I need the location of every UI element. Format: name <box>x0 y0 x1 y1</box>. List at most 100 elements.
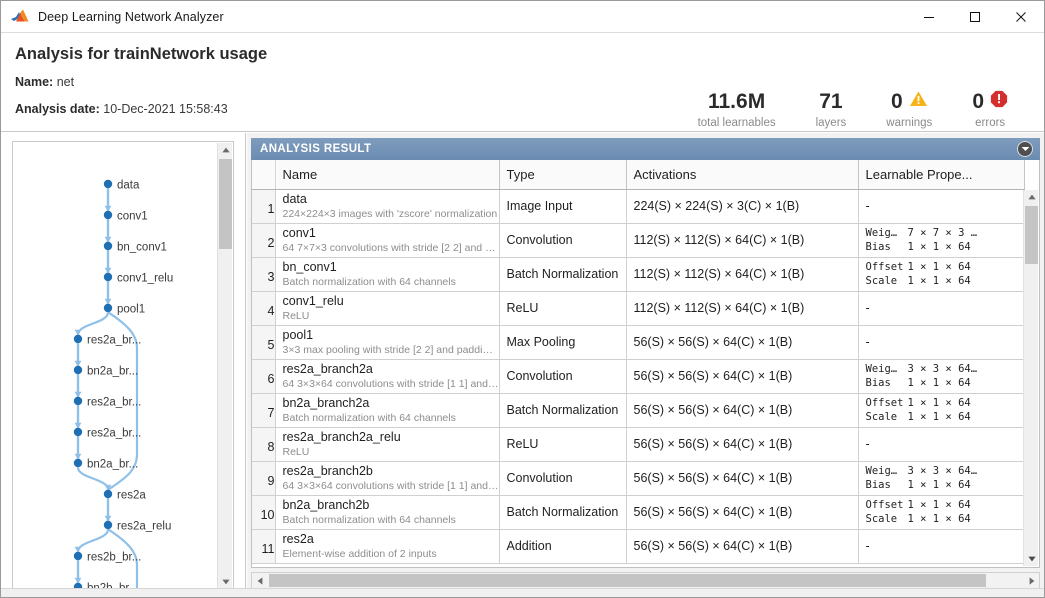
window-title: Deep Learning Network Analyzer <box>38 9 224 24</box>
cell-layer-name: bn2a_branch2b Batch normalization with 64… <box>275 495 500 530</box>
learnable-key: Bias <box>865 377 891 389</box>
scroll-right-arrow-icon[interactable] <box>1024 573 1039 588</box>
graph-node <box>103 489 113 499</box>
row-index-value: 9 <box>267 474 275 488</box>
graph-node <box>103 210 113 220</box>
graph-scroll-thumb[interactable] <box>219 159 232 249</box>
cell-layer-name: conv1 64 7×7×3 convolutions with stride [… <box>275 223 500 258</box>
hscroll-track[interactable] <box>267 573 1024 588</box>
analysis-result-header: ANALYSIS RESULT <box>251 138 1040 160</box>
layer-name: bn_conv1 <box>282 259 337 274</box>
close-button[interactable] <box>998 1 1044 32</box>
graph-node-label: res2a <box>117 490 146 502</box>
graph-node-label: res2a_br... <box>87 335 141 347</box>
table-row[interactable]: 4 conv1_relu ReLU ReLU 112(S) × 112(S) × 64(… <box>252 291 1025 326</box>
table-row[interactable]: 11 res2a Element-wise addition of 2 inputs… <box>252 529 1025 564</box>
stat-errors: 0 errors <box>952 89 1028 129</box>
graph-node <box>103 520 113 530</box>
network-graph: data conv1 bn_conv1 conv1_relu pool1 res2a_br… <box>73 180 173 588</box>
table-row[interactable]: 1 data 224×224×3 images with 'zscore' norm… <box>252 189 1025 224</box>
stat-label: layers <box>815 117 847 129</box>
learnable-key: Bias <box>865 241 891 253</box>
table-horizontal-scrollbar[interactable] <box>251 572 1040 589</box>
scroll-up-arrow-icon[interactable] <box>1024 190 1039 204</box>
learnable-value: 3 × 3 × 64… <box>907 363 978 375</box>
minimize-button[interactable] <box>906 1 952 32</box>
network-name-line: Name: net <box>15 75 74 89</box>
network-name-value: net <box>56 75 75 89</box>
maximize-button[interactable] <box>952 1 998 32</box>
row-index-value: 10 <box>260 508 275 522</box>
cell-layer-name: res2a Element-wise addition of 2 inputs <box>275 529 500 564</box>
warning-triangle-icon <box>909 89 928 114</box>
learnable-value: 1 × 1 × 64 <box>907 479 971 491</box>
learnable-key: Offset <box>865 397 904 409</box>
summary-stats: 11.6M total learnables 71 layers 0 warni… <box>678 89 1028 129</box>
table-row[interactable]: 5 pool1 3×3 max pooling with stride [2 2] … <box>252 325 1025 360</box>
table-row[interactable]: 7 bn2a_branch2a Batch normalization with 6… <box>252 393 1025 428</box>
scroll-up-arrow-icon[interactable] <box>218 143 233 157</box>
row-index: 1 <box>252 189 276 224</box>
error-octagon-icon <box>990 89 1008 114</box>
learnable-value: 1 × 1 × 64 <box>907 411 971 423</box>
learnable-entry: Bias 1 × 1 × 64 <box>866 376 1024 390</box>
layer-name: res2a_branch2a_relu <box>282 429 401 444</box>
layer-description: Batch normalization with 64 channels <box>282 513 456 526</box>
stat-value: 71 <box>819 90 843 113</box>
column-header-type[interactable]: Type <box>499 160 627 190</box>
learnable-entry: Offset 1 × 1 × 64 <box>866 260 1024 274</box>
cell-activations: 56(S) × 56(S) × 64(C) × 1(B) <box>626 393 859 428</box>
learnable-entry: Offset 1 × 1 × 64 <box>866 396 1024 410</box>
analysis-result-title: ANALYSIS RESULT <box>260 143 372 155</box>
layer-name: res2a <box>282 531 314 546</box>
table-row[interactable]: 3 bn_conv1 Batch normalization with 64 cha… <box>252 257 1025 292</box>
layer-description: Element-wise addition of 2 inputs <box>282 547 437 560</box>
learnable-none: - <box>865 335 870 349</box>
learnable-key: Scale <box>865 275 898 287</box>
column-header-learnables[interactable]: Learnable Prope... <box>858 160 1025 190</box>
stat-value: 0 <box>972 90 984 113</box>
learnable-none: - <box>865 301 870 315</box>
row-index-value: 8 <box>267 440 275 454</box>
graph-node-label: conv1_relu <box>117 273 173 285</box>
column-header-activations[interactable]: Activations <box>626 160 859 190</box>
chevron-down-icon[interactable] <box>1017 141 1033 157</box>
row-index: 11 <box>252 529 276 564</box>
learnable-key: Offset <box>865 261 904 273</box>
network-analyzer-window: Deep Learning Network Analyzer Analysis … <box>0 0 1045 598</box>
row-index-value: 2 <box>267 236 275 250</box>
table-row[interactable]: 6 res2a_branch2a 64 3×3×64 convolutions wi… <box>252 359 1025 394</box>
graph-node-label: pool1 <box>117 304 145 316</box>
table-row[interactable]: 2 conv1 64 7×7×3 convolutions with stride … <box>252 223 1025 258</box>
network-graph-canvas[interactable]: data conv1 bn_conv1 conv1_relu pool1 res2a_br… <box>12 141 234 589</box>
learnable-key: Weig… <box>865 227 898 239</box>
layer-description: 64 3×3×64 convolutions with stride [1 1]… <box>282 377 499 390</box>
column-header-name[interactable]: Name <box>275 160 500 190</box>
scroll-left-arrow-icon[interactable] <box>252 573 267 588</box>
cell-learnable-properties: Offset 1 × 1 × 64 Scale 1 × 1 × 64 <box>858 495 1025 530</box>
scroll-down-arrow-icon[interactable] <box>1024 552 1039 566</box>
table-row[interactable]: 8 res2a_branch2a_relu ReLU ReLU 56(S) × 56(S… <box>252 427 1025 462</box>
table-row[interactable]: 10 bn2a_branch2b Batch normalization with … <box>252 495 1025 530</box>
row-index: 8 <box>252 427 276 462</box>
graph-node-label: res2b_br... <box>87 552 141 564</box>
status-bar <box>1 588 1044 597</box>
graph-vertical-scrollbar[interactable] <box>217 143 233 588</box>
network-graph-panel: data conv1 bn_conv1 conv1_relu pool1 res2a_br… <box>1 133 246 597</box>
analysis-table-body: 1 data 224×224×3 images with 'zscore' norm… <box>252 189 1025 564</box>
row-index: 7 <box>252 393 276 428</box>
learnable-entry: Weig… 3 × 3 × 64… <box>866 464 1024 478</box>
scroll-down-arrow-icon[interactable] <box>218 575 233 588</box>
layer-description: 64 7×7×3 convolutions with stride [2 2] … <box>282 241 499 254</box>
learnable-value: 7 × 7 × 3 … <box>907 227 978 239</box>
hscroll-thumb[interactable] <box>269 574 986 587</box>
graph-node-label: res2a_br... <box>87 428 141 440</box>
table-vertical-scrollbar[interactable] <box>1023 190 1038 566</box>
column-header-index[interactable] <box>252 160 276 190</box>
learnable-value: 1 × 1 × 64 <box>907 275 971 287</box>
table-scroll-thumb[interactable] <box>1025 206 1038 264</box>
cell-activations: 56(S) × 56(S) × 64(C) × 1(B) <box>626 359 859 394</box>
stat-value: 0 <box>890 90 903 113</box>
table-row[interactable]: 9 res2a_branch2b 64 3×3×64 convolutions wi… <box>252 461 1025 496</box>
learnable-entry: Scale 1 × 1 × 64 <box>866 512 1024 526</box>
